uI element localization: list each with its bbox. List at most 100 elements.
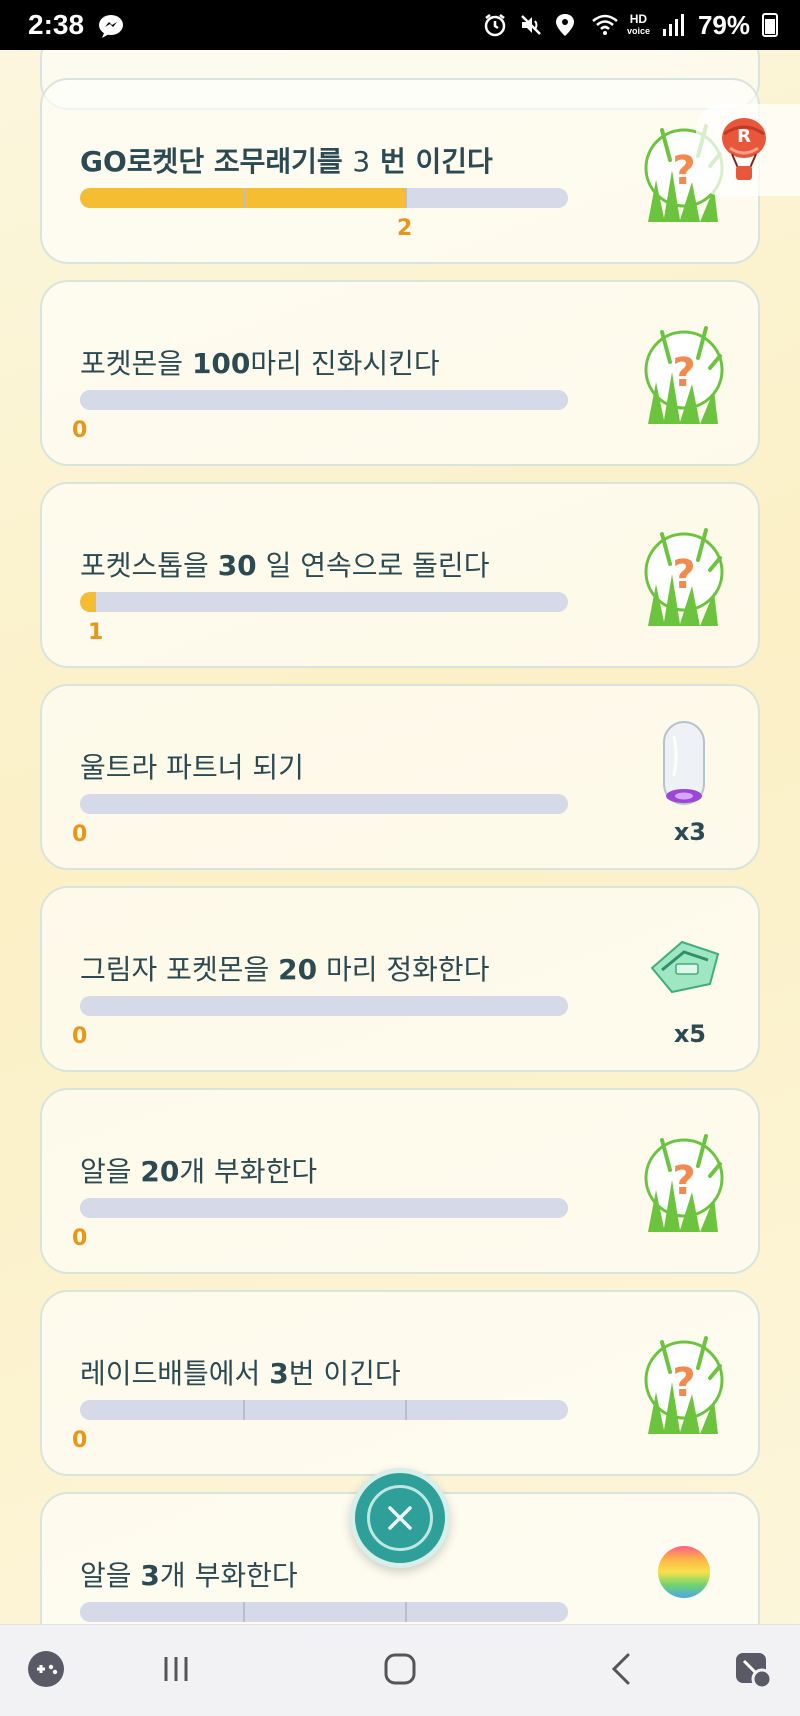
voice-label: voice [626, 26, 650, 36]
navigation-bar [0, 1624, 800, 1716]
progress-value: 0 [72, 1024, 88, 1049]
svg-text:?: ? [672, 148, 695, 194]
mystery-reward-icon: ? [622, 1120, 740, 1250]
task-title-part: 포켓몬을 [80, 347, 192, 380]
progress-value: 0 [72, 418, 88, 443]
task-title-part: 일 연속으로 돌린다 [256, 549, 490, 582]
back-button[interactable] [600, 1647, 648, 1695]
task-title-part: 3 [140, 1559, 160, 1592]
task-title-part: 포켓스톱을 [80, 549, 218, 582]
progress-bar [80, 592, 568, 612]
progress-bar [80, 188, 568, 208]
task-title-part: 개 부화한다 [179, 1155, 318, 1188]
hd-voice-indicator: HD voice [627, 13, 650, 37]
task-title-part: 번 이긴다 [370, 145, 493, 178]
task-title: GO로켓단 조무래기를 3 번 이긴다 [80, 140, 493, 180]
task-title: 포켓스톱을 30 일 연속으로 돌린다 [80, 544, 489, 584]
battery-percent: 79% [697, 9, 750, 40]
alarm-icon [483, 13, 507, 37]
task-card[interactable]: 포켓몬을 100마리 진화시킨다 0? [40, 280, 760, 466]
task-card[interactable]: 포켓스톱을 30 일 연속으로 돌린다 1? [40, 482, 760, 668]
progress-segment-divider [405, 188, 407, 208]
progress-fill [80, 592, 96, 612]
progress-value: 2 [397, 216, 413, 241]
task-title: 알을 3개 부화한다 [80, 1554, 298, 1594]
task-title-part: 20 [278, 953, 318, 986]
task-title-part: 100 [191, 347, 251, 380]
task-title-part: GO [80, 145, 127, 178]
recent-apps-icon [154, 1657, 198, 1695]
progress-value: 0 [72, 822, 88, 847]
svg-text:?: ? [672, 552, 695, 598]
progress-value: 1 [88, 620, 104, 645]
progress-value: 0 [72, 1428, 88, 1453]
reward-quantity: x5 [673, 1020, 706, 1048]
svg-text:?: ? [672, 1158, 695, 1204]
messenger-icon [98, 13, 124, 38]
task-title-part: 개 부화한다 [159, 1559, 298, 1592]
game-launcher-button[interactable] [24, 1647, 72, 1695]
task-card[interactable]: GO로켓단 조무래기를 3 번 이긴다 2? [40, 78, 760, 264]
mute-icon [519, 13, 543, 37]
rocket-balloon-tab[interactable]: R [696, 104, 800, 196]
task-card[interactable]: 울트라 파트너 되기 0 x3 [40, 684, 760, 870]
svg-text:?: ? [672, 350, 695, 396]
progress-segment-divider [243, 1602, 245, 1622]
progress-value: 0 [72, 1226, 88, 1251]
task-title-part: 3 [269, 1357, 289, 1390]
rainbow-ball-icon [622, 1524, 740, 1624]
assistant-icon [730, 1653, 774, 1695]
task-title-part: 그림자 포켓몬을 [80, 953, 279, 986]
signal-icon [662, 13, 686, 37]
progress-bar [80, 996, 568, 1016]
rocket-balloon-icon: R [716, 114, 772, 190]
progress-segment-divider [243, 188, 245, 208]
status-time: 2:38 [28, 9, 85, 40]
task-title-part: 20 [140, 1155, 180, 1188]
task-card[interactable]: 그림자 포켓몬을 20 마리 정화한다 0 x5 [40, 886, 760, 1072]
progress-bar [80, 1198, 568, 1218]
mystery-reward-icon: ? [622, 514, 740, 644]
home-button[interactable] [378, 1647, 426, 1695]
game-launcher-icon [24, 1651, 68, 1695]
svg-text:?: ? [672, 1360, 695, 1406]
wifi-icon [591, 13, 618, 37]
progress-bar [80, 390, 568, 410]
assistant-button[interactable] [730, 1647, 778, 1695]
task-title-part: 울트라 파트너 되기 [80, 751, 304, 784]
task-title-part: 알을 [80, 1559, 141, 1592]
task-title: 레이드배틀에서 3번 이긴다 [80, 1352, 401, 1392]
battery-icon [762, 13, 778, 37]
mystery-reward-icon: ? [622, 312, 740, 442]
task-title-part: 로켓단 조무래기를 [126, 145, 353, 178]
home-icon [378, 1653, 422, 1695]
close-icon [386, 1504, 414, 1536]
task-title: 알을 20개 부화한다 [80, 1150, 317, 1190]
close-button[interactable] [350, 1468, 450, 1568]
close-button-ring [367, 1485, 433, 1551]
task-card[interactable]: 레이드배틀에서 3번 이긴다 0? [40, 1290, 760, 1476]
reward-quantity: x3 [673, 818, 706, 846]
progress-segment-divider [243, 1400, 245, 1420]
task-title-part: 레이드배틀에서 [80, 1357, 270, 1390]
task-title-part: 마리 진화시킨다 [250, 347, 440, 380]
location-icon [555, 13, 579, 37]
progress-bar [80, 1400, 568, 1420]
task-card[interactable]: 알을 20개 부화한다 0? [40, 1088, 760, 1274]
status-bar: 2:38 HD voice 79% [0, 0, 800, 50]
progress-bar [80, 794, 568, 814]
task-title-part: 3 [352, 145, 371, 178]
task-title: 포켓몬을 100마리 진화시킨다 [80, 342, 440, 382]
svg-text:R: R [737, 126, 751, 147]
back-icon [600, 1653, 644, 1695]
task-title: 그림자 포켓몬을 20 마리 정화한다 [80, 948, 489, 988]
progress-bar [80, 1602, 568, 1622]
task-title: 울트라 파트너 되기 [80, 746, 304, 786]
task-title-part: 번 이긴다 [288, 1357, 401, 1390]
task-list[interactable]: GO로켓단 조무래기를 3 번 이긴다 2? 포켓몬을 100마리 진화시킨다 0? 포… [0, 50, 800, 1624]
recent-apps-button[interactable] [154, 1647, 202, 1695]
task-title-part: 30 [217, 549, 257, 582]
task-title-part: 마리 정화한다 [317, 953, 490, 986]
hd-label: HD [629, 12, 648, 26]
mystery-reward-icon: ? [622, 1322, 740, 1452]
